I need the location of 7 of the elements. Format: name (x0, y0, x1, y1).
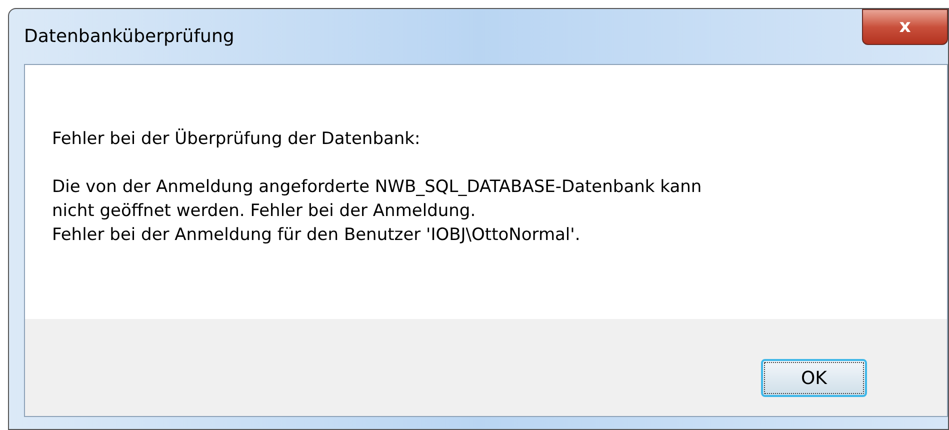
message-line: nicht geöffnet werden. Fehler bei der Anmeldung. (52, 200, 476, 223)
close-button[interactable]: x (862, 9, 948, 45)
message-line: Die von der Anmeldung angeforderte NWB_SQL_DATABASE-Datenbank kann (52, 176, 702, 199)
ok-button[interactable]: OK (761, 359, 867, 397)
message-line: Fehler bei der Anmeldung für den Benutzer 'IOBJ\OttoNormal'. (52, 224, 580, 247)
window-title: Datenbanküberprüfung (24, 25, 234, 49)
error-heading: Fehler bei der Überprüfung der Datenbank: (52, 128, 420, 151)
